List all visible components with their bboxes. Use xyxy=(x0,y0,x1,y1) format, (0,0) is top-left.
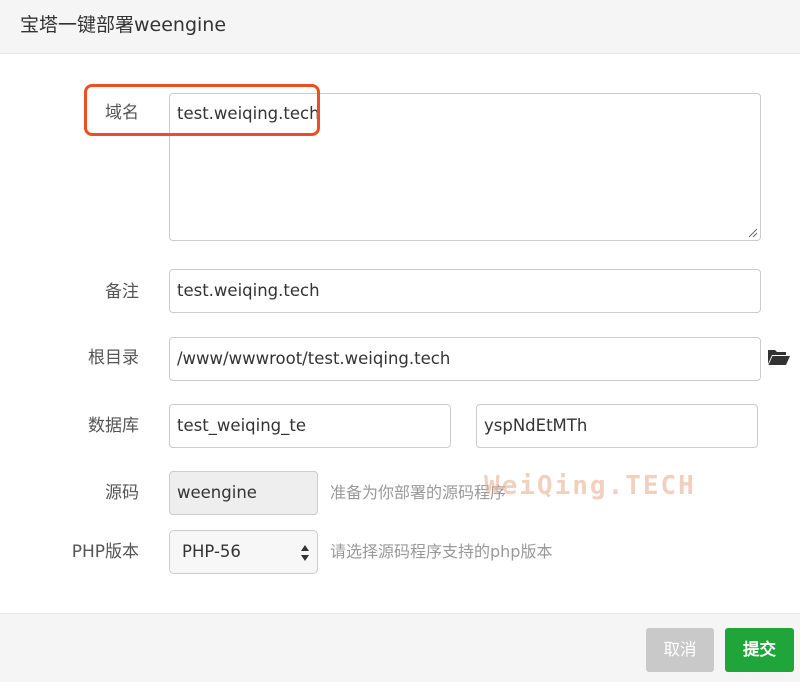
remark-label: 备注 xyxy=(105,282,139,302)
source-label: 源码 xyxy=(105,483,139,503)
cancel-button[interactable]: 取消 xyxy=(646,628,714,672)
dialog-footer: 取消 提交 xyxy=(0,613,800,682)
php-version-value: PHP-56 xyxy=(182,542,241,561)
source-input: weengine xyxy=(169,471,318,515)
database-label: 数据库 xyxy=(88,416,139,436)
resize-handle-icon[interactable] xyxy=(748,228,758,238)
dialog-header: 宝塔一键部署weengine xyxy=(0,0,800,54)
database-password-input[interactable]: yspNdEtMTh xyxy=(476,404,758,448)
source-hint: 准备为你部署的源码程序 xyxy=(330,483,507,502)
watermark-logo: WeiQing.TECH xyxy=(484,471,696,501)
database-name-input[interactable]: test_weiqing_te xyxy=(169,404,451,448)
submit-button[interactable]: 提交 xyxy=(725,628,794,672)
annotation-highlight xyxy=(84,84,320,136)
root-input[interactable]: /www/wwwroot/test.weiqing.tech xyxy=(169,337,761,381)
php-label: PHP版本 xyxy=(71,542,139,562)
select-arrows-icon xyxy=(301,545,309,561)
php-version-select[interactable]: PHP-56 xyxy=(169,530,318,574)
php-hint: 请选择源码程序支持的php版本 xyxy=(330,542,553,561)
root-label: 根目录 xyxy=(88,348,139,368)
remark-input[interactable]: test.weiqing.tech xyxy=(169,269,761,313)
folder-open-icon[interactable] xyxy=(767,347,791,367)
dialog-title: 宝塔一键部署weengine xyxy=(20,14,227,36)
